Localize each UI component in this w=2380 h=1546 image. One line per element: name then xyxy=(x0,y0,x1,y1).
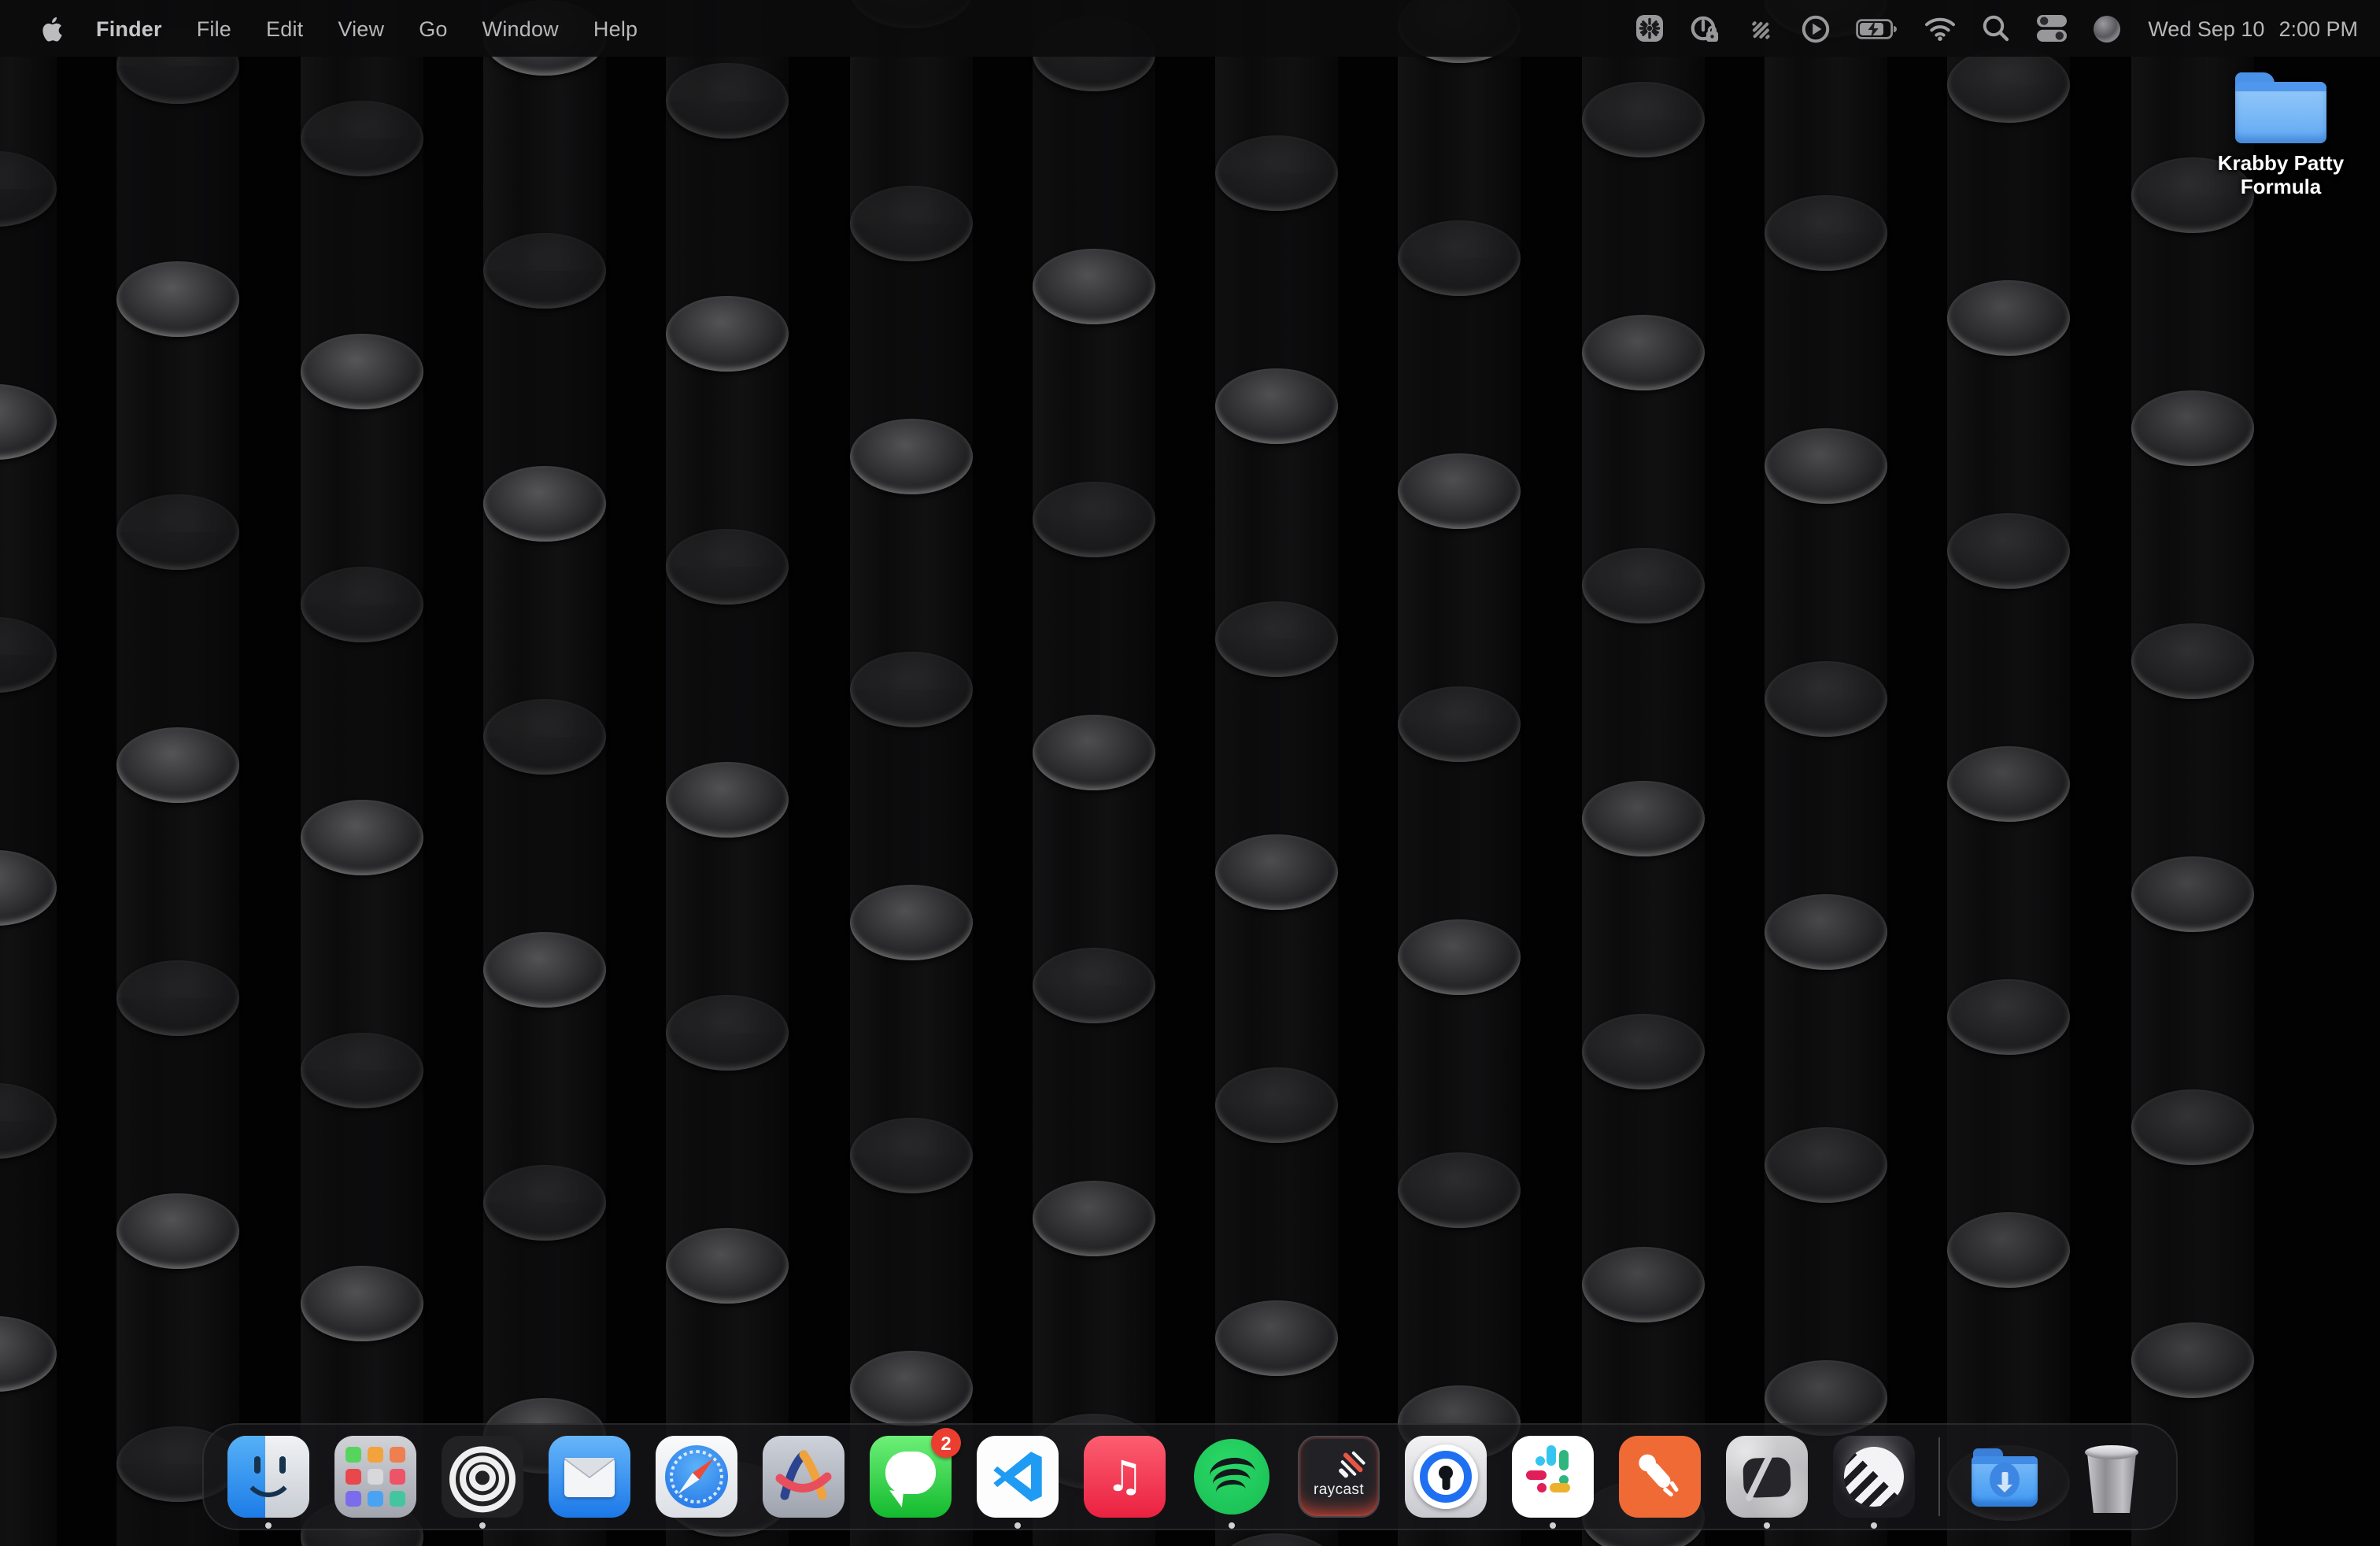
music-icon: ♫ xyxy=(1084,1436,1166,1518)
wallpaper-cylinder-column xyxy=(300,0,423,1546)
desktop-folder-label: Krabby Patty Formula xyxy=(2218,151,2344,198)
raycast-icon: raycast xyxy=(1298,1436,1380,1518)
dock-item-vscode[interactable] xyxy=(977,1436,1059,1518)
mail-icon xyxy=(549,1436,630,1518)
apple-menu-icon[interactable] xyxy=(25,15,79,42)
menu-bar-time: 2:00 PM xyxy=(2278,17,2358,40)
play-circle-menu-icon[interactable] xyxy=(1787,0,1842,57)
dock-item-linear[interactable] xyxy=(1833,1436,1915,1518)
running-indicator xyxy=(1764,1522,1770,1529)
dock-item-downloads[interactable] xyxy=(1964,1436,2046,1518)
running-indicator xyxy=(1229,1522,1235,1529)
dock-item-safari[interactable] xyxy=(656,1436,737,1518)
safari-icon xyxy=(656,1436,737,1518)
dock-item-launchpad[interactable] xyxy=(334,1436,416,1518)
menu-item-edit[interactable]: Edit xyxy=(249,17,320,40)
wallpaper xyxy=(0,0,2380,1546)
slack-icon xyxy=(1512,1436,1594,1518)
menu-bar-date: Wed Sep 10 xyxy=(2148,17,2264,40)
wallpaper-cylinder-column xyxy=(117,0,240,1546)
wallpaper-cylinder-column xyxy=(1765,0,1887,1546)
menu-item-window[interactable]: Window xyxy=(465,17,576,40)
menu-item-file[interactable]: File xyxy=(179,17,249,40)
postman-icon xyxy=(1619,1436,1701,1518)
spotlight-search-icon[interactable] xyxy=(1968,0,2022,57)
menu-bar-left: Finder File Edit View Go Window Help xyxy=(0,15,655,42)
rings-icon xyxy=(442,1436,523,1518)
dock-item-music[interactable]: ♫ xyxy=(1084,1436,1166,1518)
launchpad-icon xyxy=(334,1436,416,1518)
wallpaper-cylinder-column xyxy=(1033,0,1155,1546)
dock-item-postman[interactable] xyxy=(1619,1436,1701,1518)
wallpaper-cylinder-column xyxy=(1948,0,2071,1546)
spotify-icon xyxy=(1191,1436,1273,1518)
dock-item-spotify[interactable] xyxy=(1191,1436,1273,1518)
running-indicator xyxy=(265,1522,272,1529)
desktop: Finder File Edit View Go Window Help xyxy=(0,0,2380,1546)
menu-bar-clock[interactable]: Wed Sep 10 2:00 PM xyxy=(2132,17,2358,40)
striped-diamond-menu-icon[interactable] xyxy=(1731,0,1787,57)
menu-bar-status-area: Wed Sep 10 2:00 PM xyxy=(1622,0,2380,57)
dock-divider xyxy=(1938,1437,1940,1516)
downloads-icon xyxy=(1964,1436,2046,1518)
arc-icon xyxy=(763,1436,844,1518)
wallpaper-cylinder-column xyxy=(0,0,57,1546)
onepassword-icon xyxy=(1405,1436,1487,1518)
running-indicator xyxy=(1550,1522,1556,1529)
menu-item-go[interactable]: Go xyxy=(401,17,464,40)
wallpaper-cylinder-column xyxy=(483,0,606,1546)
marbled-icon xyxy=(1726,1436,1808,1518)
running-indicator xyxy=(1871,1522,1877,1529)
starburst-app-menu-icon[interactable] xyxy=(1622,0,1676,57)
wallpaper-cylinder-column xyxy=(1399,0,1521,1546)
linear-icon xyxy=(1833,1436,1915,1518)
dock-item-trash[interactable] xyxy=(2071,1436,2153,1518)
blue-folder-icon xyxy=(2235,72,2326,143)
trash-icon xyxy=(2071,1436,2153,1518)
wifi-icon[interactable] xyxy=(1910,0,1968,57)
dock-item-mail[interactable] xyxy=(549,1436,630,1518)
vscode-icon xyxy=(977,1436,1059,1518)
wallpaper-cylinder-column xyxy=(2131,0,2253,1546)
finder-icon xyxy=(227,1436,309,1518)
running-indicator xyxy=(479,1522,486,1529)
wallpaper-cylinder-column xyxy=(1581,0,1704,1546)
dock-item-finder[interactable] xyxy=(227,1436,309,1518)
dock-item-raycast[interactable]: raycast xyxy=(1298,1436,1380,1518)
desktop-folder-krabby-patty-formula[interactable]: Krabby Patty Formula xyxy=(2194,72,2367,198)
wallpaper-cylinder-column xyxy=(666,0,789,1546)
dock-item-onepassword[interactable] xyxy=(1405,1436,1487,1518)
running-indicator xyxy=(1014,1522,1021,1529)
dock-item-rings[interactable] xyxy=(442,1436,523,1518)
control-center-icon[interactable] xyxy=(2022,0,2080,57)
dock-item-marbled[interactable] xyxy=(1726,1436,1808,1518)
wallpaper-cylinder-column xyxy=(849,0,972,1546)
raycast-label: raycast xyxy=(1299,1481,1378,1499)
wallpaper-cylinder-column xyxy=(1215,0,1338,1546)
menu-item-active-app[interactable]: Finder xyxy=(79,17,179,40)
menu-item-view[interactable]: View xyxy=(320,17,401,40)
dock-item-arc[interactable] xyxy=(763,1436,844,1518)
dock: 2 ♫ raycast xyxy=(202,1423,2178,1530)
menu-item-help[interactable]: Help xyxy=(576,17,655,40)
menu-bar: Finder File Edit View Go Window Help xyxy=(0,0,2380,57)
power-lock-menu-icon[interactable] xyxy=(1676,0,1731,57)
battery-charging-icon[interactable] xyxy=(1842,0,1910,57)
sphere-assistant-icon[interactable] xyxy=(2080,0,2132,57)
dock-item-messages[interactable]: 2 xyxy=(870,1436,952,1518)
notification-badge: 2 xyxy=(931,1428,961,1458)
dock-item-slack[interactable] xyxy=(1512,1436,1594,1518)
